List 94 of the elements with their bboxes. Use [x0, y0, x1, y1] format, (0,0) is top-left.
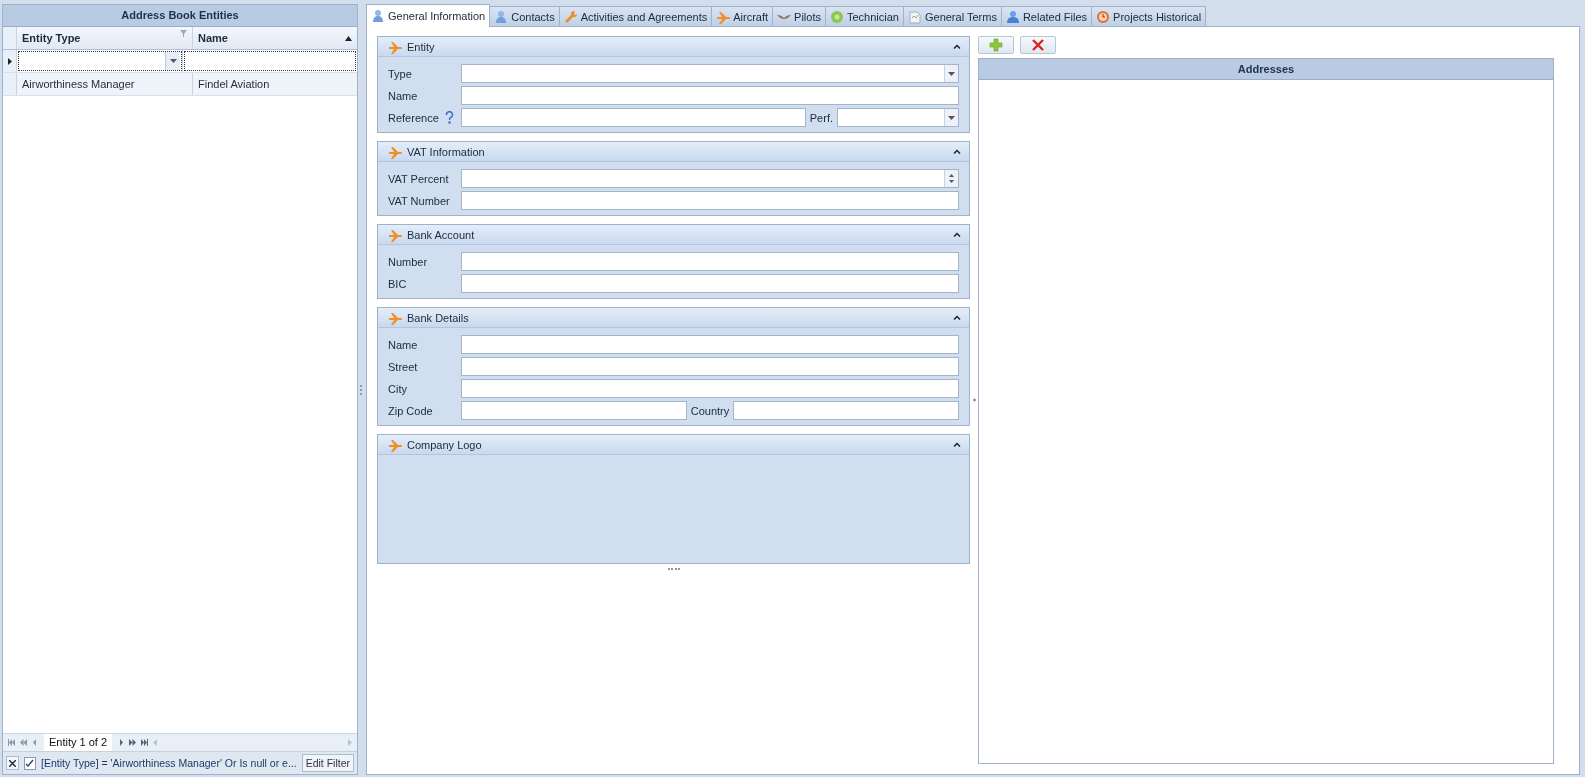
edit-filter-button[interactable]: Edit Filter	[301, 754, 354, 772]
horizontal-scrollbar[interactable]	[153, 739, 352, 746]
first-page-icon	[8, 739, 15, 746]
airplane-icon	[388, 437, 402, 452]
table-cell-text: Findel Aviation	[197, 77, 271, 92]
group-title: Company Logo	[407, 438, 483, 451]
plus-icon	[989, 38, 1003, 52]
person-icon	[494, 9, 509, 24]
input-field[interactable]	[461, 191, 959, 210]
clock-icon	[1096, 9, 1111, 24]
group-title: Bank Account	[407, 228, 476, 241]
input-field[interactable]	[461, 335, 959, 354]
record-counter: Entity 1 of 2	[44, 734, 113, 751]
help-icon	[444, 111, 454, 124]
input-field[interactable]	[461, 274, 959, 293]
dropdown-button[interactable]	[165, 52, 180, 70]
field-label: Zip Code	[388, 404, 433, 417]
caret-icon	[948, 115, 955, 120]
dropdown-field[interactable]	[837, 108, 959, 127]
tab[interactable]: General Terms	[902, 6, 1002, 26]
checkbox[interactable]	[23, 756, 36, 770]
filter-dropdown[interactable]	[17, 50, 183, 72]
table-cell: Airworthiness Manager	[17, 73, 193, 95]
input-field[interactable]	[461, 252, 959, 271]
delete-icon	[1031, 38, 1045, 52]
clear-filter-button[interactable]	[6, 756, 19, 770]
spinner-icon	[949, 174, 954, 183]
filter-icon	[180, 30, 187, 37]
field-label: Type	[388, 67, 412, 80]
column-header[interactable]: Name	[193, 27, 357, 49]
close-icon	[9, 759, 16, 767]
sort-ascending-icon	[345, 35, 352, 41]
panel-title: Address Book Entities	[3, 5, 357, 27]
delete-button[interactable]	[1020, 36, 1056, 54]
last-page-icon	[141, 739, 149, 746]
field-label: City	[388, 382, 407, 395]
person-icon	[371, 9, 385, 23]
document-icon	[907, 9, 922, 24]
field-label: Country	[690, 404, 730, 417]
airplane-icon	[388, 227, 402, 242]
caret-icon	[948, 71, 955, 76]
caret-icon	[169, 59, 177, 63]
field-label: Reference	[388, 111, 439, 124]
tab[interactable]: Projects Historical	[1091, 6, 1207, 26]
tab[interactable]: Related Files	[1000, 6, 1093, 26]
field-label: BIC	[388, 277, 407, 290]
group-title: VAT Information	[407, 145, 486, 158]
airplane-icon	[388, 144, 402, 159]
tab[interactable]: Activities and Agreements	[558, 6, 713, 26]
airplane-icon	[388, 39, 402, 54]
input-field[interactable]	[461, 108, 806, 127]
number-field[interactable]	[461, 169, 959, 188]
input-field[interactable]	[461, 357, 959, 376]
collapse-button[interactable]	[953, 315, 961, 320]
field-label: VAT Number	[388, 194, 450, 207]
next-page-icon	[129, 739, 137, 746]
person-icon	[1005, 9, 1020, 24]
column-header[interactable]: Entity Type	[17, 27, 193, 49]
field-label: Number	[388, 255, 428, 268]
filter-expression: [Entity Type] = 'Airworthiness Manager' Or Is null or e...	[41, 757, 297, 769]
field-label: Name	[388, 89, 418, 102]
tab[interactable]: Aircraft	[711, 6, 774, 26]
input-field[interactable]	[461, 401, 687, 420]
input-field[interactable]	[461, 379, 959, 398]
airplane-icon	[388, 310, 402, 325]
field-label: VAT Percent	[388, 172, 449, 185]
group-title: Entity	[407, 40, 436, 53]
wrench-icon	[563, 9, 578, 24]
input-field[interactable]	[461, 86, 959, 105]
group-title: Bank Details	[407, 311, 470, 324]
previous-page-icon	[20, 739, 27, 746]
collapse-button[interactable]	[953, 149, 961, 154]
previous-icon	[32, 739, 39, 746]
field-label: Street	[388, 360, 418, 373]
scroll-left-icon	[153, 739, 158, 746]
collapse-button[interactable]	[953, 232, 961, 237]
tab[interactable]: Technician	[824, 6, 904, 26]
dropdown-field[interactable]	[461, 64, 959, 83]
input-field[interactable]	[733, 401, 959, 420]
row-pointer-icon	[7, 57, 12, 65]
field-label: Perf.	[809, 111, 833, 124]
table-header: Addresses	[979, 59, 1553, 80]
scroll-right-icon	[348, 739, 352, 746]
tab[interactable]: Pilots	[772, 6, 826, 26]
tab[interactable]: General Information	[366, 4, 491, 27]
next-icon	[117, 739, 125, 746]
tab[interactable]: Contacts	[489, 6, 560, 26]
collapse-button[interactable]	[953, 442, 961, 447]
airplane-icon	[716, 9, 731, 24]
collapse-button[interactable]	[953, 44, 961, 49]
filter-field[interactable]	[183, 50, 357, 72]
gear-icon	[829, 9, 844, 24]
add-button[interactable]	[978, 36, 1014, 54]
field-label: Name	[388, 338, 418, 351]
